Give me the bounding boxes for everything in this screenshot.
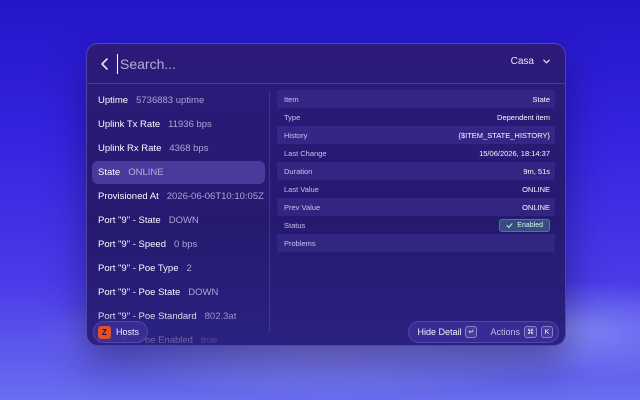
list-item-title: Provisioned At: [98, 191, 159, 202]
detail-label: Prev Value: [284, 202, 321, 212]
detail-value: Dependent item: [497, 112, 550, 122]
detail-label: Type: [284, 112, 301, 122]
k-key-icon: K: [541, 326, 553, 338]
list-item-subtitle: ONLINE: [128, 167, 164, 178]
detail-label: Last Value: [284, 184, 319, 194]
detail-value: 15/06/2026, 18:14:37: [479, 148, 550, 158]
list-item[interactable]: Port "9" - State DOWN: [92, 209, 265, 232]
list-item-title: Uptime: [98, 95, 129, 106]
detail-value: ONLINE: [522, 202, 550, 212]
return-key-icon: ↵: [465, 326, 478, 338]
list-item[interactable]: Port "9" - Speed 0 bps: [92, 233, 265, 256]
extension-label: Hosts: [116, 327, 140, 337]
list-item-subtitle: 11936 bps: [168, 119, 212, 130]
list-item[interactable]: Provisioned At 2026-06-06T10:10:05Z: [92, 185, 265, 208]
list-item-subtitle: 2: [186, 263, 192, 274]
detail-row-prev-value: Prev Value ONLINE: [277, 198, 555, 216]
pane-divider: [269, 92, 270, 332]
detail-row-status: Status Enabled: [277, 216, 555, 234]
back-arrow-icon[interactable]: [97, 56, 113, 72]
hide-detail-button[interactable]: Hide Detail ↵: [417, 326, 478, 338]
list-item-subtitle: DOWN: [188, 287, 219, 298]
list-item[interactable]: Port "9" - Poe State DOWN: [92, 281, 265, 304]
chevron-down-icon: [543, 59, 550, 64]
actions-label: Actions: [490, 327, 520, 337]
list-item-subtitle: 2026-06-06T10:10:05Z: [166, 191, 264, 202]
context-label: Casa: [510, 56, 534, 67]
list-item[interactable]: Uplink Tx Rate 11936 bps: [92, 113, 265, 136]
detail-label: History: [284, 130, 308, 140]
actions-button[interactable]: Actions ⌘ K: [490, 326, 553, 338]
list-item-subtitle: true: [200, 335, 218, 346]
zabbix-logo-icon: Z: [98, 325, 111, 339]
check-icon: [506, 222, 513, 228]
list-item-subtitle: 5736883 uptime: [136, 95, 205, 106]
detail-label: Last Change: [284, 148, 327, 158]
detail-value: 9m, 51s: [523, 166, 550, 176]
detail-row-history: History {$ITEM_STATE_HISTORY}: [277, 126, 555, 144]
detail-label: Status: [284, 220, 306, 230]
item-list: Uptime 5736883 uptime Uplink Tx Rate 119…: [87, 84, 269, 346]
detail-row-duration: Duration 9m, 51s: [277, 162, 555, 180]
list-item-selected[interactable]: State ONLINE: [92, 161, 265, 184]
list-item-title: State: [98, 167, 121, 178]
list-item-title: Port "9" - Poe State: [98, 287, 181, 298]
detail-row-item: Item State: [277, 90, 555, 108]
detail-value: {$ITEM_STATE_HISTORY}: [458, 130, 550, 140]
detail-value: ONLINE: [522, 184, 550, 194]
detail-value: State: [532, 94, 550, 104]
detail-row-last-change: Last Change 15/06/2026, 18:14:37: [277, 144, 555, 162]
context-dropdown[interactable]: Casa: [511, 56, 551, 67]
search-bar: Casa: [87, 44, 565, 84]
list-item-title: Uplink Rx Rate: [98, 143, 162, 154]
search-input[interactable]: [117, 54, 447, 74]
list-item-title: Port "9" - Poe Type: [98, 263, 179, 274]
list-item-title: Port "9" - Speed: [98, 239, 167, 250]
status-badge: Enabled: [499, 218, 550, 232]
detail-label: Problems: [284, 238, 316, 248]
list-item[interactable]: Uptime 5736883 uptime: [92, 89, 265, 112]
action-bar: Hide Detail ↵ Actions ⌘ K: [408, 321, 559, 343]
list-item-title: Port "9" - State: [98, 215, 161, 226]
detail-row-last-value: Last Value ONLINE: [277, 180, 555, 198]
detail-label: Duration: [284, 166, 313, 176]
detail-row-type: Type Dependent item: [277, 108, 555, 126]
hide-detail-label: Hide Detail: [417, 327, 462, 337]
detail-label: Item: [284, 94, 299, 104]
list-item-subtitle: DOWN: [168, 215, 199, 226]
list-item[interactable]: Uplink Rx Rate 4368 bps: [92, 137, 265, 160]
detail-panel: Item State Type Dependent item History {…: [277, 90, 555, 252]
list-item-subtitle: 802.3at: [204, 311, 237, 322]
list-item-subtitle: 4368 bps: [169, 143, 209, 154]
extension-button[interactable]: Z Hosts: [93, 321, 149, 343]
status-badge-label: Enabled: [517, 221, 543, 229]
command-key-icon: ⌘: [524, 326, 537, 338]
list-item-subtitle: 0 bps: [174, 239, 198, 250]
list-item-title: Uplink Tx Rate: [98, 119, 161, 130]
detail-row-problems: Problems: [277, 234, 555, 252]
command-window: Casa Uptime 5736883 uptime Uplink Tx Rat…: [86, 43, 566, 346]
list-item[interactable]: Port "9" - Poe Type 2: [92, 257, 265, 280]
